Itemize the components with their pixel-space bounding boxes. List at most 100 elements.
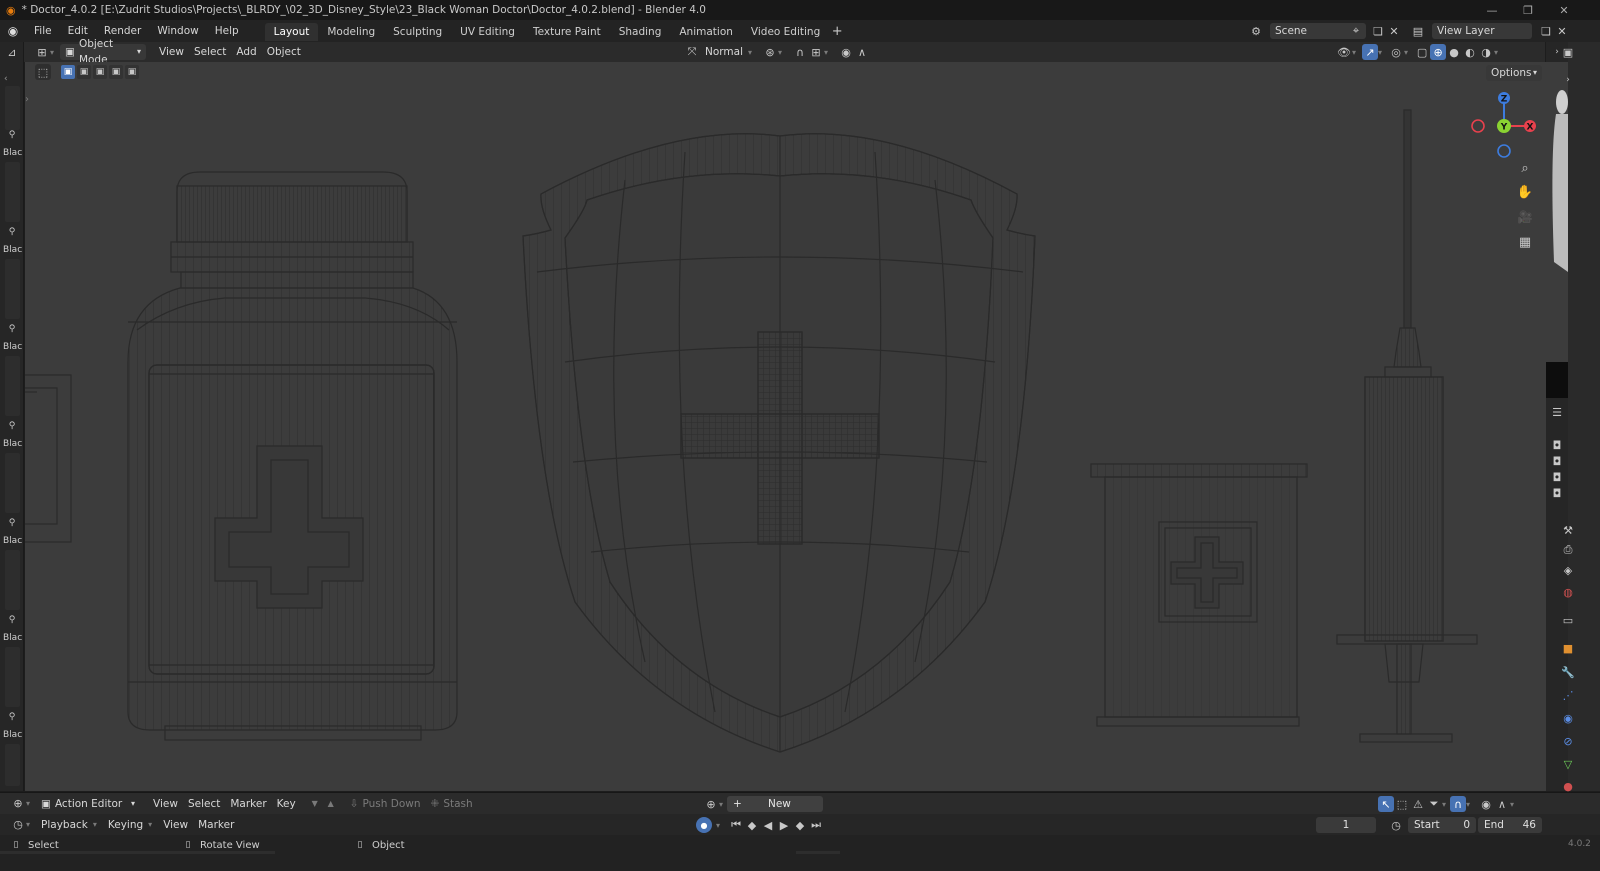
- start-frame-field[interactable]: Start 0: [1408, 817, 1476, 833]
- play-icon[interactable]: ▶: [776, 817, 792, 833]
- orientation-icon[interactable]: ⤧: [684, 44, 700, 60]
- tab-layout[interactable]: Layout: [264, 23, 319, 41]
- collection-label[interactable]: Blac: [3, 245, 22, 255]
- blender-menu-icon[interactable]: ◉: [0, 24, 26, 38]
- pivot-icon[interactable]: ⊛: [762, 44, 778, 60]
- end-frame-field[interactable]: End 46: [1478, 817, 1542, 833]
- collection-properties-icon[interactable]: ▭: [1560, 612, 1576, 628]
- toolbar-slot[interactable]: [5, 356, 20, 416]
- menu-select[interactable]: Select: [189, 44, 231, 60]
- next-keyframe-icon[interactable]: ◆: [792, 817, 808, 833]
- remove-scene-icon[interactable]: ✕: [1386, 23, 1402, 39]
- view-layer-field[interactable]: View Layer: [1432, 23, 1532, 39]
- current-frame-field[interactable]: 1: [1316, 817, 1376, 833]
- particles-properties-icon[interactable]: ⋰: [1560, 687, 1576, 703]
- collection-label[interactable]: Blac: [3, 148, 22, 158]
- menu-add[interactable]: Add: [231, 44, 261, 60]
- timeline-menu-key[interactable]: Key: [272, 796, 301, 812]
- visibility-icon[interactable]: 👁: [1336, 44, 1352, 60]
- tool-properties-icon[interactable]: ⚒: [1560, 522, 1576, 538]
- collection-label[interactable]: Blac: [3, 633, 22, 643]
- modifier-properties-icon[interactable]: 🔧: [1560, 664, 1576, 680]
- proportional-edit-icon[interactable]: ◉: [838, 44, 854, 60]
- stash-button[interactable]: ⁜ Stash: [426, 796, 478, 812]
- gizmo-neg-x-axis[interactable]: [1471, 119, 1485, 133]
- remove-view-layer-icon[interactable]: ✕: [1554, 23, 1570, 39]
- rendered-shading-icon[interactable]: ◑: [1478, 44, 1494, 60]
- tab-sculpting[interactable]: Sculpting: [384, 23, 451, 41]
- camera-icon[interactable]: ◘: [1549, 485, 1565, 501]
- new-action-button[interactable]: + New: [727, 796, 824, 812]
- editor-type-icon[interactable]: ⊕: [10, 796, 26, 812]
- maximize-icon[interactable]: ❐: [1510, 0, 1546, 20]
- overlays-icon[interactable]: ◎: [1388, 44, 1404, 60]
- falloff-icon[interactable]: ∧: [854, 44, 870, 60]
- toolbar-slot[interactable]: [5, 453, 20, 513]
- action-browse-icon[interactable]: ⊕: [703, 796, 719, 812]
- filter-icon[interactable]: ⏷: [1426, 796, 1442, 812]
- proportional-edit-icon[interactable]: ◉: [1478, 796, 1494, 812]
- editor-type-icon[interactable]: ⊞: [34, 44, 50, 60]
- jump-start-icon[interactable]: ⏮: [728, 817, 744, 833]
- falloff-icon[interactable]: ∧: [1494, 796, 1510, 812]
- data-properties-icon[interactable]: ▽: [1560, 756, 1576, 772]
- tab-texture-paint[interactable]: Texture Paint: [524, 23, 610, 41]
- collection-label[interactable]: Blac: [3, 730, 22, 740]
- camera-view-icon[interactable]: 🎥: [1517, 209, 1533, 225]
- menu-view[interactable]: View: [154, 44, 189, 60]
- jump-end-icon[interactable]: ⏭: [808, 817, 824, 833]
- object-mode-dropdown[interactable]: ▣ Object Mode ▾: [60, 38, 147, 66]
- only-selected-icon[interactable]: ↖: [1378, 796, 1394, 812]
- collection-label[interactable]: Blac: [3, 536, 22, 546]
- playback-marker-menu[interactable]: Marker: [193, 817, 239, 833]
- render-properties-icon[interactable]: ⎙: [1560, 542, 1576, 558]
- push-down-button[interactable]: ⇩ Push Down: [345, 796, 426, 812]
- move-down-icon[interactable]: ▼: [307, 796, 323, 812]
- toolbar-slot[interactable]: [5, 162, 20, 222]
- timeline-editor-icon[interactable]: ◷: [10, 817, 26, 833]
- playback-view-menu[interactable]: View: [158, 817, 193, 833]
- only-errors-icon[interactable]: ⚠: [1410, 796, 1426, 812]
- prev-keyframe-icon[interactable]: ◆: [744, 817, 760, 833]
- collection-label[interactable]: Blac: [3, 439, 22, 449]
- camera-icon[interactable]: ◘: [1549, 437, 1565, 453]
- new-scene-icon[interactable]: ❏: [1370, 23, 1386, 39]
- gizmo-toggle-icon[interactable]: ↗: [1362, 44, 1379, 60]
- auto-keying-icon[interactable]: ●: [696, 817, 712, 833]
- scene-properties-icon[interactable]: ◈: [1560, 562, 1576, 578]
- navigation-gizmo[interactable]: Z X Y: [1465, 87, 1543, 165]
- toolbar-slot[interactable]: [5, 744, 20, 786]
- timeline-menu-select[interactable]: Select: [183, 796, 225, 812]
- chevron-right-icon[interactable]: ›: [1560, 72, 1576, 88]
- timeline-menu-view[interactable]: View: [148, 796, 183, 812]
- playback-menu[interactable]: Playback: [36, 817, 93, 833]
- perspective-grid-icon[interactable]: ▦: [1517, 234, 1533, 250]
- close-icon[interactable]: ✕: [1546, 0, 1582, 20]
- menu-window[interactable]: Window: [149, 20, 206, 42]
- keying-menu[interactable]: Keying: [103, 817, 148, 833]
- play-reverse-icon[interactable]: ◀: [760, 817, 776, 833]
- collection-label[interactable]: Blac: [3, 342, 22, 352]
- editor-type-icon[interactable]: ⊿: [4, 44, 20, 60]
- minimize-icon[interactable]: —: [1474, 0, 1510, 20]
- snap-icon[interactable]: ∩: [792, 44, 808, 60]
- tab-uv-editing[interactable]: UV Editing: [451, 23, 524, 41]
- toolbar-slot[interactable]: [5, 86, 20, 130]
- toolbar-slot[interactable]: [5, 647, 20, 707]
- side-viewport[interactable]: [1546, 62, 1568, 362]
- scene-icon[interactable]: ⚙: [1248, 23, 1264, 39]
- tab-shading[interactable]: Shading: [610, 23, 671, 41]
- object-properties-icon[interactable]: ■: [1560, 640, 1576, 656]
- tab-modeling[interactable]: Modeling: [318, 23, 384, 41]
- wireframe-shading-icon[interactable]: ⊕: [1430, 44, 1447, 60]
- new-view-layer-icon[interactable]: ❏: [1538, 23, 1554, 39]
- tab-video-editing[interactable]: Video Editing: [742, 23, 829, 41]
- action-editor-dropdown[interactable]: ▣ Action Editor ▾: [36, 796, 140, 812]
- collapse-arrow-icon[interactable]: ‹: [4, 74, 8, 84]
- camera-icon[interactable]: ◘: [1549, 453, 1565, 469]
- outliner-icon[interactable]: ☰: [1549, 404, 1565, 420]
- menu-help[interactable]: Help: [207, 20, 247, 42]
- world-properties-icon[interactable]: ◍: [1560, 584, 1576, 600]
- tab-animation[interactable]: Animation: [670, 23, 742, 41]
- constraint-properties-icon[interactable]: ⊘: [1560, 733, 1576, 749]
